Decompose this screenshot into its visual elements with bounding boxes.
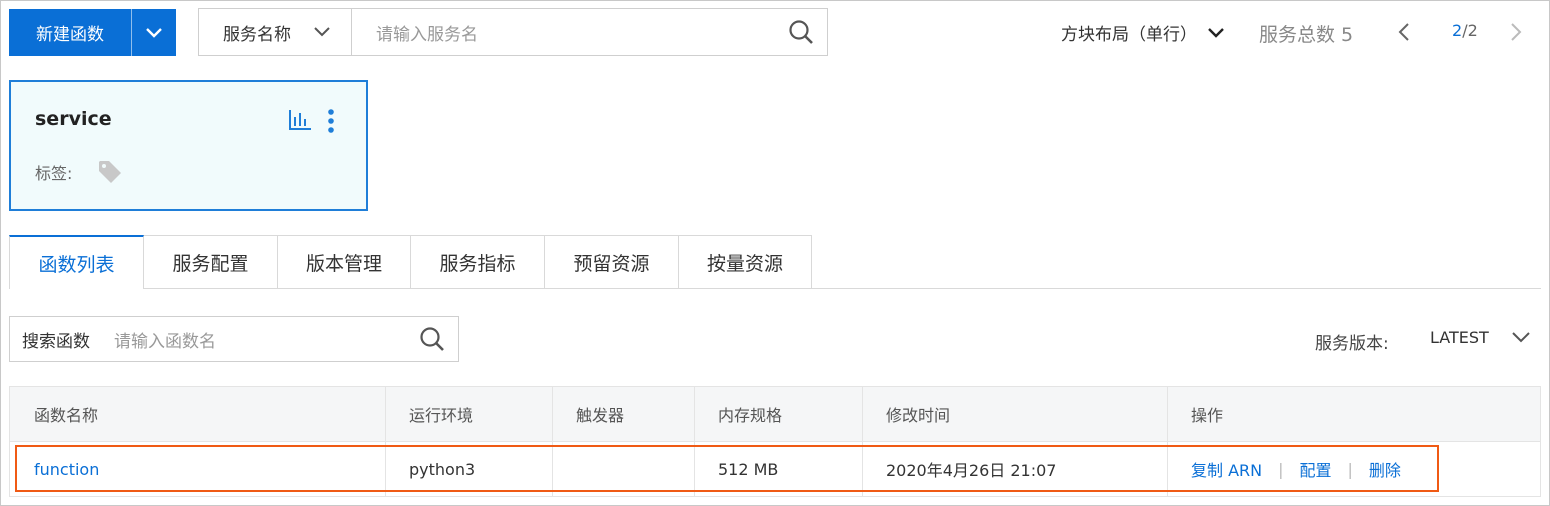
service-name[interactable]: service [35,108,112,130]
function-table: 函数名称 运行环境 触发器 内存规格 修改时间 操作 function pyth… [9,386,1541,497]
delete-link[interactable]: 删除 [1369,457,1401,481]
service-search-input[interactable]: 请输入服务名 [352,20,775,45]
column-header: 修改时间 [862,387,1168,441]
tab-function-list[interactable]: 函数列表 [9,235,144,289]
chevron-down-icon [1207,27,1225,39]
tag-icon[interactable] [97,159,123,189]
current-page: 2 [1452,21,1463,40]
table-header: 函数名称 运行环境 触发器 内存规格 修改时间 操作 [10,387,1540,442]
chevron-down-icon[interactable] [1511,331,1531,343]
column-header: 触发器 [552,387,695,441]
tab-service-metrics[interactable]: 服务指标 [411,235,545,289]
page-indicator: 2/2 [1452,21,1478,40]
function-search: 搜索函数 请输入函数名 [9,316,459,362]
column-header: 函数名称 [10,387,386,441]
column-header: 操作 [1191,406,1224,425]
new-function-label[interactable]: 新建函数 [9,20,131,45]
chevron-right-icon[interactable] [1510,22,1522,42]
configure-link[interactable]: 配置 [1300,457,1332,481]
search-icon[interactable] [406,326,458,352]
search-type-value: 服务名称 [223,24,291,45]
service-total: 服务总数 5 [1259,24,1354,46]
tab-bar: 函数列表 服务配置 版本管理 服务指标 预留资源 按量资源 [9,235,812,289]
service-card[interactable]: service 标签: [9,80,368,211]
chevron-left-icon[interactable] [1398,22,1410,42]
tags-label: 标签: [35,164,73,183]
search-type-select[interactable]: 服务名称 [199,9,352,55]
column-header: 内存规格 [694,387,863,441]
function-search-label: 搜索函数 [22,331,90,352]
tab-on-demand-resources[interactable]: 按量资源 [679,235,812,289]
more-vertical-icon[interactable] [327,108,335,138]
total-pages: /2 [1462,21,1478,40]
action-separator: | [1278,459,1284,479]
trigger-cell [552,442,695,496]
runtime-cell: python3 [385,442,553,496]
modified-time-cell: 2020年4月26日 21:07 [862,442,1168,496]
copy-arn-link[interactable]: 复制 ARN [1191,457,1262,481]
layout-value: 方块布局（单行） [1061,25,1197,45]
function-name-link[interactable]: function [34,460,99,479]
function-cell: function [10,442,386,496]
tab-version-management[interactable]: 版本管理 [278,235,411,289]
tab-service-config[interactable]: 服务配置 [144,235,278,289]
tab-divider [144,288,1541,289]
memory-cell: 512 MB [694,442,863,496]
column-header: 运行环境 [385,387,553,441]
service-search: 服务名称 请输入服务名 [198,8,828,56]
action-separator: | [1347,459,1353,479]
chevron-down-icon[interactable] [132,27,176,39]
service-version-label: 服务版本: [1315,334,1389,354]
bar-chart-icon[interactable] [288,109,312,135]
service-version-select[interactable]: LATEST [1430,328,1489,347]
new-function-button[interactable]: 新建函数 [9,9,176,56]
tab-provisioned-resources[interactable]: 预留资源 [545,235,679,289]
function-search-input[interactable]: 请输入函数名 [90,327,406,352]
layout-select[interactable]: 方块布局（单行） [1061,20,1225,45]
chevron-down-icon [313,26,331,38]
table-row: function python3 512 MB 2020年4月26日 21:07… [10,442,1540,496]
search-icon[interactable] [775,19,827,45]
actions-cell: 复制 ARN | 配置 | 删除 [1167,442,1540,496]
